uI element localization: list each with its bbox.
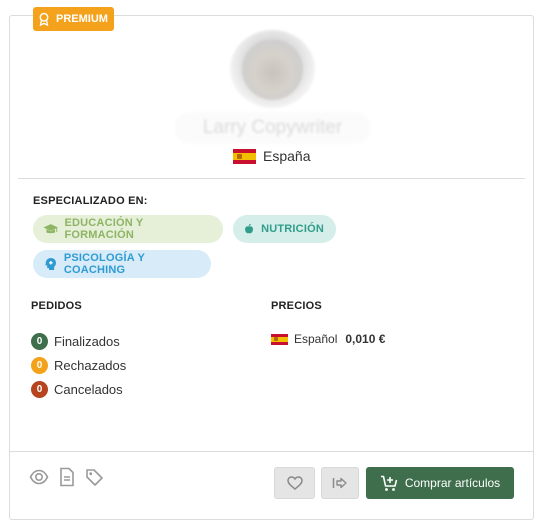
arrow-right-icon: [332, 477, 347, 489]
count-badge: 0: [31, 332, 48, 350]
order-label: Finalizados: [54, 333, 120, 349]
apple-icon: [245, 223, 253, 234]
order-label: Rechazados: [54, 357, 127, 373]
tag-label: EDUCACIÓN Y FORMACIÓN: [64, 217, 144, 241]
price-row: Español 0,010 €: [271, 330, 385, 348]
order-row-finished: 0 Finalizados: [31, 332, 120, 350]
country-label: España: [263, 148, 311, 164]
count-badge: 0: [31, 380, 48, 398]
order-label: Cancelados: [54, 381, 123, 397]
buy-label: Comprar artículos: [404, 476, 501, 490]
tag-label: NUTRICIÓN: [261, 223, 324, 235]
specialized-title: ESPECIALIZADO EN:: [33, 195, 148, 207]
premium-label: PREMIUM: [56, 13, 108, 25]
spain-flag-icon: [233, 148, 256, 164]
buy-articles-button[interactable]: Comprar artículos: [366, 467, 514, 499]
avatar[interactable]: [230, 30, 315, 108]
favorite-button[interactable]: [274, 467, 315, 499]
order-row-cancelled: 0 Cancelados: [31, 380, 123, 398]
tag-nutrition[interactable]: NUTRICIÓN: [233, 215, 336, 243]
share-button[interactable]: [321, 467, 359, 499]
price-language: Español: [294, 332, 338, 346]
order-row-rejected: 0 Rechazados: [31, 356, 126, 374]
head-icon: [45, 257, 56, 271]
tag-education[interactable]: EDUCACIÓN Y FORMACIÓN: [33, 215, 223, 243]
cart-plus-icon: [380, 475, 398, 491]
profile-country: España: [233, 147, 310, 165]
profile-name[interactable]: Larry Copywriter: [175, 112, 370, 144]
footer-icons: [29, 467, 104, 487]
orders-title: PEDIDOS: [31, 300, 82, 312]
tag-icon[interactable]: [85, 468, 104, 487]
prices-title: PRECIOS: [271, 300, 322, 312]
heart-icon: [286, 476, 303, 490]
premium-badge: PREMIUM: [33, 7, 114, 31]
spain-flag-icon: [271, 333, 288, 345]
eye-icon[interactable]: [29, 467, 49, 487]
divider: [10, 451, 534, 452]
count-badge: 0: [31, 356, 48, 374]
divider: [18, 178, 525, 179]
tag-psychology[interactable]: PSICOLOGÍA Y COACHING: [33, 250, 211, 278]
award-icon: [39, 12, 49, 26]
tag-label: PSICOLOGÍA Y COACHING: [63, 252, 145, 276]
graduation-cap-icon: [43, 224, 58, 234]
price-value: 0,010 €: [345, 332, 386, 346]
document-icon[interactable]: [59, 467, 75, 487]
